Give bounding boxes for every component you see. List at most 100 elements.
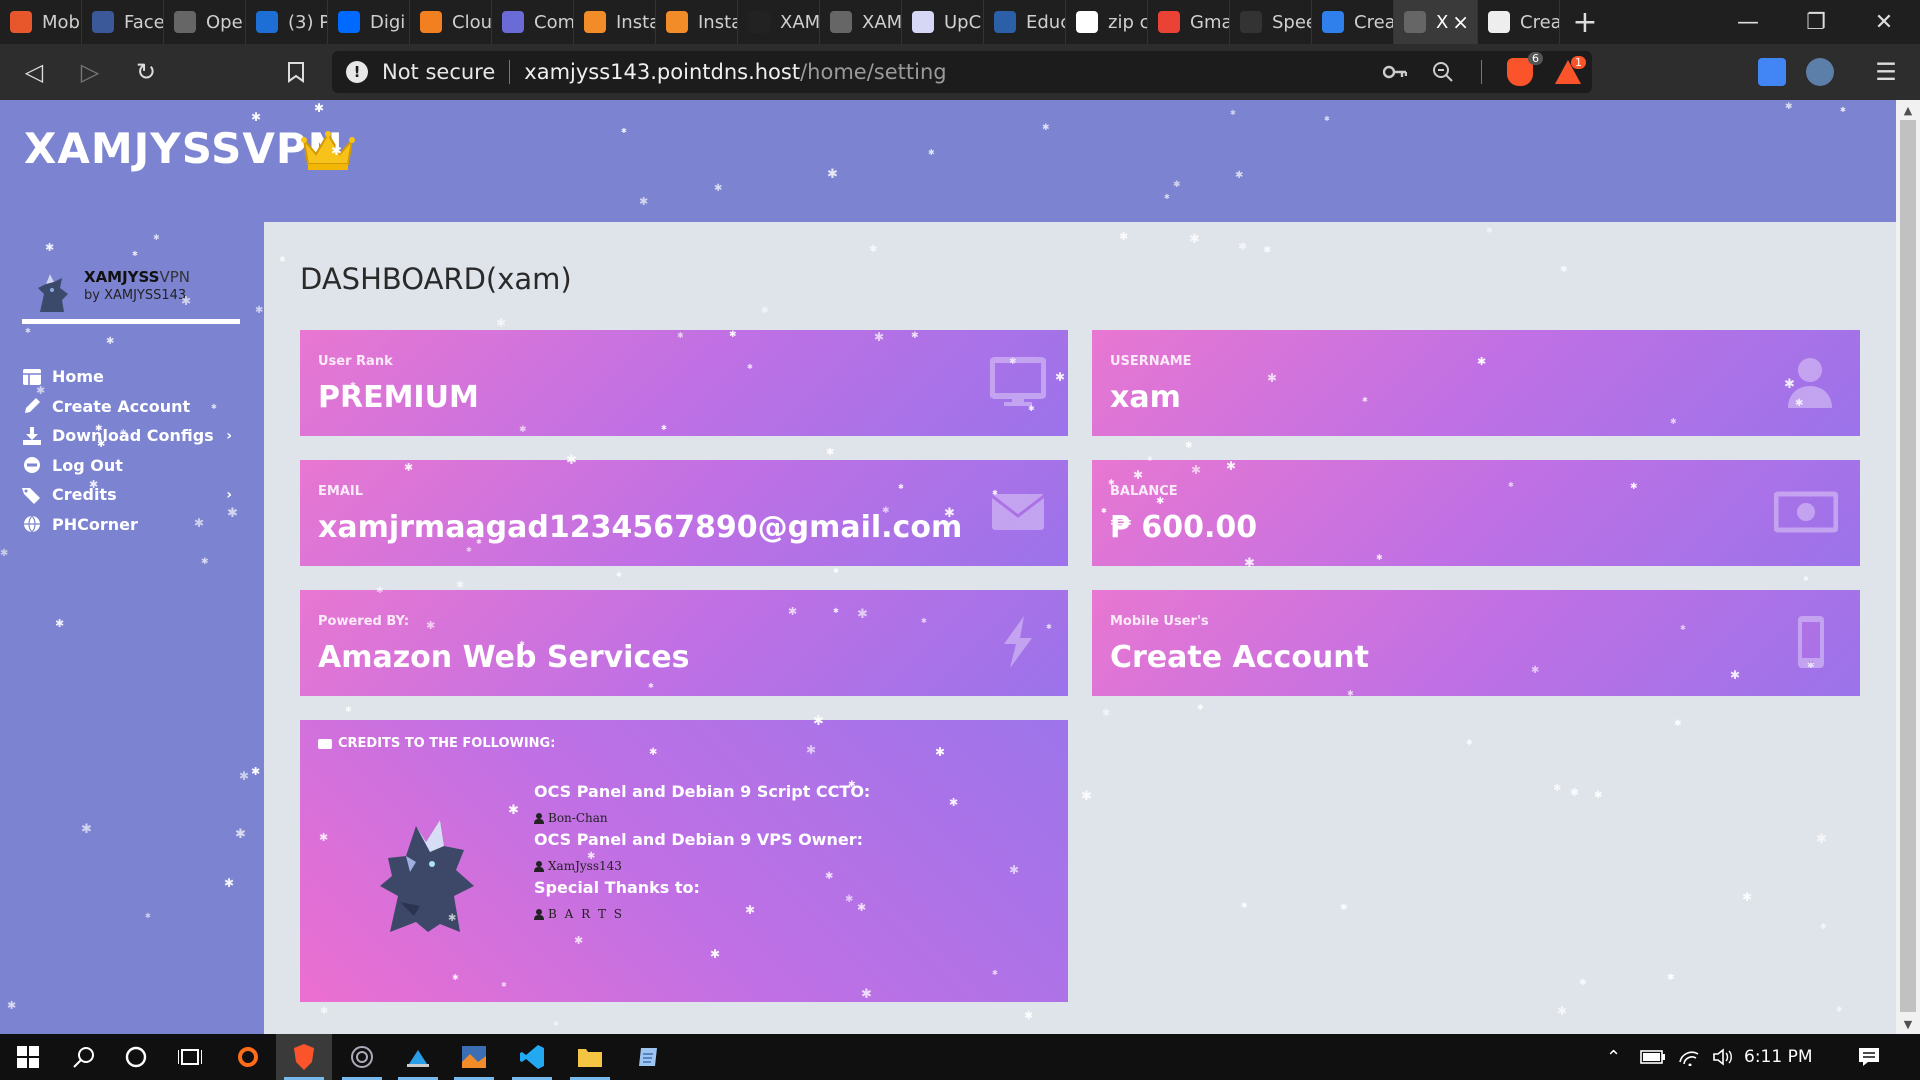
browser-tab[interactable]: Spee xyxy=(1230,0,1312,44)
key-icon[interactable] xyxy=(1371,65,1419,79)
sidebar-item-create-account[interactable]: Create Account xyxy=(22,392,242,422)
app-icon-orange[interactable] xyxy=(220,1034,276,1080)
cloud-app-icon[interactable] xyxy=(390,1034,446,1080)
search-icon[interactable] xyxy=(56,1034,112,1080)
sidebar-item-home[interactable]: Home xyxy=(22,362,242,392)
card-value[interactable]: Create Account xyxy=(1110,640,1369,675)
browser-tab[interactable]: (3) P xyxy=(246,0,328,44)
card-label: BALANCE xyxy=(1110,484,1178,499)
sidebar-item-credits[interactable]: Credits › xyxy=(22,480,242,510)
download-icon xyxy=(22,426,42,445)
browser-tab[interactable]: UpC xyxy=(902,0,984,44)
browser-tab[interactable]: Clou xyxy=(410,0,492,44)
zoom-icon[interactable] xyxy=(1419,61,1467,83)
minimize-icon[interactable]: — xyxy=(1714,0,1782,44)
credits-heading-text: CREDITS TO THE FOLLOWING: xyxy=(338,736,556,751)
volume-icon[interactable] xyxy=(1712,1034,1734,1080)
taskbar-clock[interactable]: 6:11 PM xyxy=(1744,1034,1813,1080)
start-icon[interactable] xyxy=(0,1034,56,1080)
browser-tab[interactable]: Face xyxy=(82,0,164,44)
tab-title: Crea xyxy=(1354,11,1394,33)
card-value: xam xyxy=(1110,380,1181,415)
tab-favicon-icon xyxy=(1322,11,1344,33)
tab-title: Ope xyxy=(206,11,243,33)
browser-tab[interactable]: XAM xyxy=(738,0,820,44)
browser-tab[interactable]: Insta xyxy=(574,0,656,44)
tab-title: Face xyxy=(124,11,164,33)
sidebar-item-label: Log Out xyxy=(52,455,123,475)
browser-tab[interactable]: Ope xyxy=(164,0,246,44)
sidebar-nav: Home Create Account Download Configs › L… xyxy=(22,362,242,539)
forward-icon[interactable]: ▷ xyxy=(62,44,118,100)
notepad-icon[interactable] xyxy=(620,1034,676,1080)
brave-browser-taskbar-icon[interactable] xyxy=(276,1034,332,1080)
monitor-icon xyxy=(990,357,1046,406)
browser-tab[interactable]: Crea xyxy=(1478,0,1560,44)
globe-icon xyxy=(22,515,42,533)
sidebar-item-label: Home xyxy=(52,367,104,387)
browser-tab[interactable]: Educ xyxy=(984,0,1066,44)
tab-favicon-icon xyxy=(830,11,852,33)
brave-rewards-icon[interactable]: 1 xyxy=(1544,56,1592,84)
browser-tab[interactable]: XAM xyxy=(820,0,902,44)
wifi-icon[interactable] xyxy=(1678,1034,1700,1080)
translate-extension-icon[interactable] xyxy=(1758,58,1786,86)
card-label: Mobile User's xyxy=(1110,614,1209,629)
app-icon-circle[interactable] xyxy=(334,1034,390,1080)
cortana-icon[interactable] xyxy=(108,1034,164,1080)
card-value: PREMIUM xyxy=(318,380,479,415)
tab-favicon-icon xyxy=(748,11,770,33)
tab-favicon-icon xyxy=(1240,11,1262,33)
address-bar[interactable]: ! Not secure xamjyss143.pointdns.host/ho… xyxy=(332,51,1592,93)
bookmark-icon[interactable] xyxy=(268,44,324,100)
sidebar-item-phcorner[interactable]: PHCorner xyxy=(22,510,242,540)
task-view-icon[interactable] xyxy=(162,1034,218,1080)
credits-list: OCS Panel and Debian 9 Script CCTO: Bon-… xyxy=(534,782,870,926)
card-email: EMAIL xamjrmaagad1234567890@gmail.com xyxy=(300,460,1068,566)
browser-tab[interactable]: Crea xyxy=(1312,0,1394,44)
avatar xyxy=(38,274,68,312)
close-tab-icon[interactable]: × xyxy=(1452,10,1469,34)
reload-icon[interactable]: ↻ xyxy=(118,44,174,100)
file-explorer-icon[interactable] xyxy=(562,1034,618,1080)
sidebar-item-download-configs[interactable]: Download Configs › xyxy=(22,421,242,451)
close-window-icon[interactable]: ✕ xyxy=(1850,0,1918,44)
address-divider xyxy=(509,60,511,84)
show-hidden-icons[interactable]: ⌃ xyxy=(1606,1034,1621,1080)
back-icon[interactable]: ◁ xyxy=(6,44,62,100)
credits-heading: CREDITS TO THE FOLLOWING: xyxy=(318,736,555,751)
extension-icon[interactable] xyxy=(1806,58,1834,86)
battery-icon[interactable] xyxy=(1640,1034,1666,1080)
page-scrollbar[interactable]: ▲ ▼ xyxy=(1896,100,1920,1034)
info-icon[interactable]: ! xyxy=(346,61,368,83)
browser-tab[interactable]: Insta xyxy=(656,0,738,44)
credit-title: OCS Panel and Debian 9 VPS Owner: xyxy=(534,830,863,849)
vscode-icon[interactable] xyxy=(504,1034,560,1080)
photo-app-icon[interactable] xyxy=(446,1034,502,1080)
sidebar-item-log-out[interactable]: Log Out xyxy=(22,451,242,481)
notification-center-icon[interactable] xyxy=(1858,1034,1880,1080)
new-tab-button[interactable]: + xyxy=(1560,0,1610,44)
sidebar-item-label: PHCorner xyxy=(52,514,138,534)
shields-count: 6 xyxy=(1528,52,1543,65)
browser-tab[interactable]: Com xyxy=(492,0,574,44)
card-mobile-users[interactable]: Mobile User's Create Account xyxy=(1092,590,1860,696)
scroll-up-icon[interactable]: ▲ xyxy=(1896,100,1920,120)
restore-icon[interactable]: ❐ xyxy=(1782,0,1850,44)
brand-logo[interactable]: XAMJYSSVPN xyxy=(24,124,344,173)
web-page: XAMJYSSVPN XAMJYSSVPN by XAMJYSS143 Home xyxy=(0,100,1896,1034)
browser-tab[interactable]: Gma xyxy=(1148,0,1230,44)
scrollbar-thumb[interactable] xyxy=(1900,120,1916,1012)
scroll-down-icon[interactable]: ▼ xyxy=(1896,1014,1920,1034)
sidebar: XAMJYSSVPN by XAMJYSS143 Home Create Acc… xyxy=(0,222,264,1034)
card-powered-by: Powered BY: Amazon Web Services xyxy=(300,590,1068,696)
browser-tab[interactable]: Mob xyxy=(0,0,82,44)
chevron-right-icon: › xyxy=(226,486,232,503)
dashboard-icon xyxy=(22,368,42,386)
tab-title: zip c xyxy=(1108,11,1148,33)
browser-tab[interactable]: zip c xyxy=(1066,0,1148,44)
menu-icon[interactable]: ☰ xyxy=(1858,44,1914,100)
browser-tab[interactable]: Digi xyxy=(328,0,410,44)
brave-shields-icon[interactable]: 6 xyxy=(1496,52,1544,86)
browser-tab[interactable]: X × xyxy=(1394,0,1478,44)
